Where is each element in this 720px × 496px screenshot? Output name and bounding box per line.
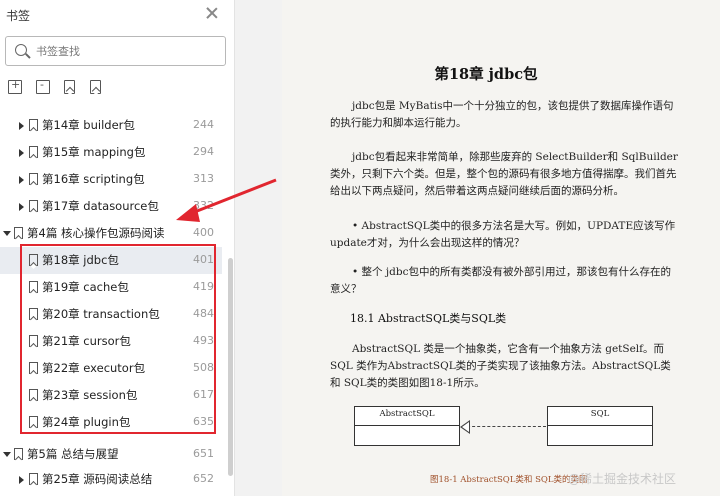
bookmark-item-label: 第23章 session包 xyxy=(42,388,138,402)
bookmark-search[interactable] xyxy=(5,36,226,66)
bookmark-item-page: 294 xyxy=(193,145,214,158)
bookmark-panel: 书签 第14章 builder包 244 第15章 mapping包 294 第… xyxy=(0,0,235,496)
bullet-item: • 整个 jdbc包中的所有类都没有被外部引用过，那该包有什么存在的意义？ xyxy=(330,266,671,295)
uml-inheritance-arrow xyxy=(462,426,546,427)
bookmark-item-icon xyxy=(14,227,23,239)
bookmark-panel-header: 书签 xyxy=(0,0,235,30)
collapse-caret-icon[interactable] xyxy=(3,452,11,457)
bullet-text: 整个 jdbc包中的所有类都没有被外部引用过，那该包有什么存在的意义？ xyxy=(330,266,671,295)
watermark: @稀土掘金技术社区 xyxy=(568,472,677,486)
bookmark-item-label: 第22章 executor包 xyxy=(42,361,146,375)
bookmark-item-label: 第16章 scripting包 xyxy=(42,172,145,186)
bookmark-item-label: 第21章 cursor包 xyxy=(42,334,131,348)
bookmark-item-icon xyxy=(29,146,38,158)
bookmark-item-page: 508 xyxy=(193,361,214,374)
expand-caret-icon[interactable] xyxy=(19,476,24,484)
bookmark-item-label: 第4篇 核心操作包源码阅读 xyxy=(27,226,165,240)
expand-caret-icon[interactable] xyxy=(19,122,24,130)
expand-caret-icon[interactable] xyxy=(19,176,24,184)
uml-class-box: AbstractSQL xyxy=(354,406,460,446)
bookmark-item[interactable]: 第14章 builder包 244 xyxy=(0,112,222,139)
uml-class-name: AbstractSQL xyxy=(379,409,435,419)
bookmark-item-page: 617 xyxy=(193,388,214,401)
bookmark-item-page: 419 xyxy=(193,280,214,293)
bookmark-item[interactable]: 第15章 mapping包 294 xyxy=(0,139,222,166)
bookmark-item-icon xyxy=(29,173,38,185)
bookmark-item-icon xyxy=(29,119,38,131)
bookmark-item-page: 313 xyxy=(193,172,214,185)
bookmark-icon[interactable] xyxy=(90,80,101,94)
figure-caption: 图18-1 AbstractSQL类和 SQL类的类图 xyxy=(430,475,588,485)
uml-class-box: SQL xyxy=(547,406,653,446)
bookmark-item-icon xyxy=(14,448,23,460)
bookmark-item-label: 第15章 mapping包 xyxy=(42,145,146,159)
bookmark-item[interactable]: 第24章 plugin包 635 xyxy=(0,409,222,436)
bookmark-panel-title: 书签 xyxy=(6,9,31,23)
bookmark-item-page: 332 xyxy=(193,199,214,212)
bookmark-item[interactable]: 第16章 scripting包 313 xyxy=(0,166,222,193)
bookmark-item-page: 400 xyxy=(193,226,214,239)
bookmark-item-page: 651 xyxy=(193,447,214,460)
bookmark-item-icon xyxy=(29,335,38,347)
bookmark-item-page: 493 xyxy=(193,334,214,347)
bookmark-scrollbar[interactable] xyxy=(228,258,233,476)
add-bookmark-icon[interactable] xyxy=(64,80,75,94)
bookmark-item-icon xyxy=(29,416,38,428)
bookmark-item-icon xyxy=(29,200,38,212)
document-viewer[interactable]: 第18章 jdbc包 jdbc包是 MyBatis中一个十分独立的包，该包提供了… xyxy=(236,0,720,496)
bookmark-item-icon xyxy=(29,308,38,320)
bookmark-item[interactable]: 第17章 datasource包 332 xyxy=(0,193,222,220)
bookmark-item-label: 第25章 源码阅读总结 xyxy=(42,472,153,486)
bookmark-search-input[interactable] xyxy=(36,42,216,60)
bookmark-item-page: 401 xyxy=(193,253,214,266)
expand-caret-icon[interactable] xyxy=(19,203,24,211)
expand-caret-icon[interactable] xyxy=(19,149,24,157)
bookmark-item-label: 第19章 cache包 xyxy=(42,280,129,294)
bullet-item: • AbstractSQL类中的很多方法名是大写。例如，UPDATE应该写作up… xyxy=(330,220,676,249)
bookmark-item-icon xyxy=(29,281,38,293)
uml-divider xyxy=(355,425,459,426)
document-page: 第18章 jdbc包 jdbc包是 MyBatis中一个十分独立的包，该包提供了… xyxy=(282,0,720,496)
bookmark-item[interactable]: 第25章 源码阅读总结 652 xyxy=(0,466,222,493)
bookmark-item-label: 第20章 transaction包 xyxy=(42,307,160,321)
expand-all-icon[interactable] xyxy=(8,78,22,94)
uml-class-name: SQL xyxy=(590,409,610,419)
bookmark-item[interactable]: 第20章 transaction包 484 xyxy=(0,301,222,328)
bookmark-item[interactable]: 第19章 cache包 419 xyxy=(0,274,222,301)
bookmark-item-icon xyxy=(29,254,38,266)
paragraph: jdbc包是 MyBatis中一个十分独立的包，该包提供了数据库操作语句的执行能… xyxy=(330,100,674,129)
collapse-caret-icon[interactable] xyxy=(3,231,11,236)
section-heading: 18.1 AbstractSQL类与SQL类 xyxy=(350,312,507,325)
collapse-all-icon[interactable] xyxy=(36,78,50,94)
bookmark-item-page: 652 xyxy=(193,472,214,485)
bullet-text: AbstractSQL类中的很多方法名是大写。例如，UPDATE应该写作upda… xyxy=(330,220,676,249)
bookmark-item-label: 第5篇 总结与展望 xyxy=(27,447,119,461)
bookmark-item-page: 244 xyxy=(193,118,214,131)
uml-arrowhead xyxy=(460,420,470,434)
paragraph: jdbc包看起来非常简单，除那些废弃的 SelectBuilder和 SqlBu… xyxy=(330,151,678,197)
chapter-title: 第18章 jdbc包 xyxy=(434,66,538,83)
bookmark-item-icon xyxy=(29,473,38,485)
bookmark-item[interactable]: 第5篇 总结与展望 651 xyxy=(0,441,222,468)
bookmark-item-selected[interactable]: 第18章 jdbc包 401 xyxy=(0,247,222,274)
close-icon[interactable] xyxy=(205,6,219,20)
paragraph: AbstractSQL 类是一个抽象类，它含有一个抽象方法 getSelf。而 … xyxy=(330,343,671,389)
uml-divider xyxy=(548,425,652,426)
bookmark-item-label: 第24章 plugin包 xyxy=(42,415,131,429)
bookmark-item[interactable]: 第23章 session包 617 xyxy=(0,382,222,409)
bookmark-item[interactable]: 第22章 executor包 508 xyxy=(0,355,222,382)
bookmark-item-icon xyxy=(29,389,38,401)
bookmark-item-label: 第18章 jdbc包 xyxy=(42,253,119,267)
bookmark-item-label: 第17章 datasource包 xyxy=(42,199,159,213)
bookmark-item[interactable]: 第4篇 核心操作包源码阅读 400 xyxy=(0,220,222,247)
bookmark-item-page: 635 xyxy=(193,415,214,428)
bookmark-item-icon xyxy=(29,362,38,374)
search-icon xyxy=(15,44,27,56)
bookmark-item[interactable]: 第21章 cursor包 493 xyxy=(0,328,222,355)
bookmark-item-label: 第14章 builder包 xyxy=(42,118,135,132)
bookmark-item-page: 484 xyxy=(193,307,214,320)
